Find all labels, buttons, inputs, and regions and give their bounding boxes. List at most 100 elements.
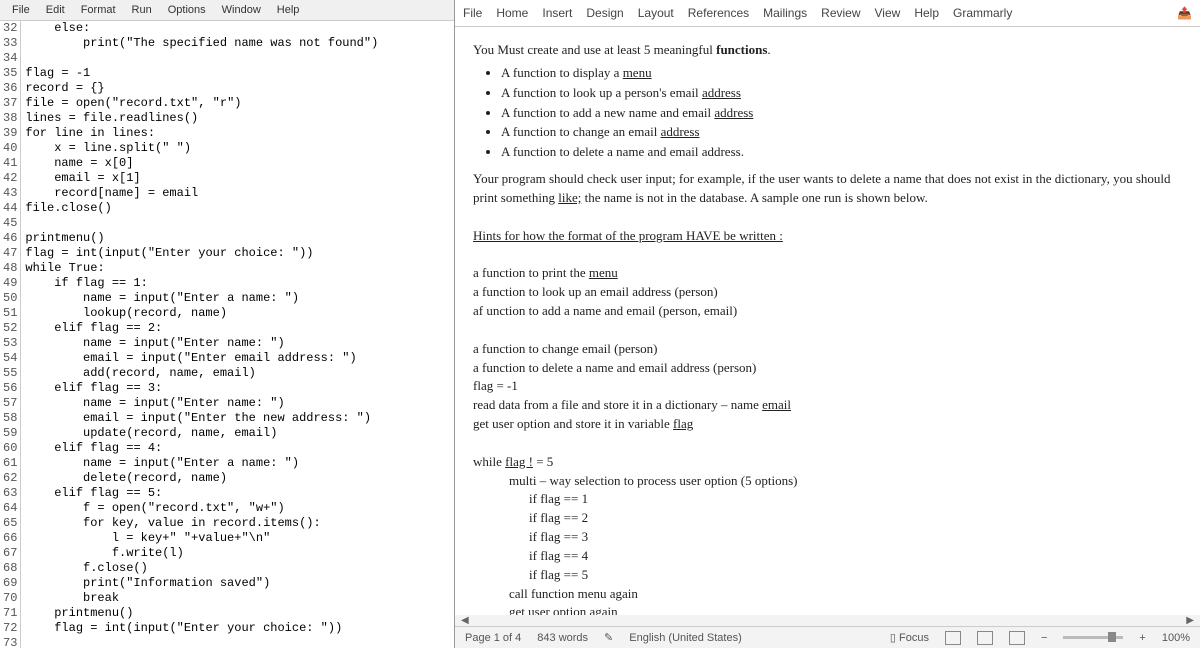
editor-menubar: FileEditFormatRunOptionsWindowHelp [0, 0, 454, 21]
code-line[interactable]: file = open("record.txt", "r") [25, 96, 450, 111]
text: if flag == 5 [529, 566, 1182, 585]
language-indicator[interactable]: English (United States) [629, 632, 742, 644]
text: call function menu again [509, 585, 1182, 604]
code-line[interactable]: for key, value in record.items(): [25, 516, 450, 531]
word-status-bar: Page 1 of 4 843 words ✎ English (United … [455, 626, 1200, 648]
ribbon-tab-file[interactable]: File [463, 6, 482, 20]
ribbon-tab-view[interactable]: View [875, 6, 901, 20]
text: functions [716, 42, 767, 57]
code-line[interactable] [25, 636, 450, 648]
ribbon-tab-review[interactable]: Review [821, 6, 860, 20]
editor-menu-window[interactable]: Window [214, 2, 269, 18]
text: again [590, 604, 618, 615]
code-line[interactable]: break [25, 591, 450, 606]
share-icon[interactable]: 📤 [1177, 6, 1192, 20]
focus-mode[interactable]: ▯ Focus [890, 631, 929, 644]
text: if flag == 3 [529, 528, 1182, 547]
code-area[interactable]: 3233343536373839404142434445464748495051… [0, 21, 454, 648]
spellcheck-icon[interactable]: ✎ [604, 631, 613, 644]
text: read data from a file and store it in a … [473, 397, 762, 412]
text: while [473, 454, 505, 469]
code-line[interactable]: record = {} [25, 81, 450, 96]
code-line[interactable]: flag = -1 [25, 66, 450, 81]
ribbon-tab-home[interactable]: Home [496, 6, 528, 20]
view-icon[interactable] [977, 631, 993, 645]
page-indicator[interactable]: Page 1 of 4 [465, 632, 521, 644]
editor-menu-format[interactable]: Format [73, 2, 124, 18]
code-line[interactable]: add(record, name, email) [25, 366, 450, 381]
code-line[interactable]: lines = file.readlines() [25, 111, 450, 126]
zoom-in[interactable]: + [1139, 632, 1145, 644]
code-line[interactable]: record[name] = email [25, 186, 450, 201]
text: af unction to add a name and email (pers… [473, 302, 1182, 321]
list-item: A function to delete a name and email ad… [501, 143, 1182, 162]
editor-menu-help[interactable]: Help [269, 2, 308, 18]
code-line[interactable]: f.write(l) [25, 546, 450, 561]
text: multi – way selection to process user op… [509, 472, 1182, 491]
text-block: if flag == 1if flag == 2if flag == 3if f… [473, 490, 1182, 584]
code-line[interactable]: email = x[1] [25, 171, 450, 186]
code-line[interactable]: flag = int(input("Enter your choice: ")) [25, 246, 450, 261]
ribbon-tab-design[interactable]: Design [586, 6, 623, 20]
code-line[interactable]: for line in lines: [25, 126, 450, 141]
code-line[interactable]: elif flag == 2: [25, 321, 450, 336]
ribbon-tab-insert[interactable]: Insert [542, 6, 572, 20]
code-line[interactable]: x = line.split(" ") [25, 141, 450, 156]
code-line[interactable]: email = input("Enter the new address: ") [25, 411, 450, 426]
code-line[interactable]: file.close() [25, 201, 450, 216]
text: like; [558, 190, 581, 205]
code-line[interactable]: name = input("Enter name: ") [25, 336, 450, 351]
code-line[interactable]: name = x[0] [25, 156, 450, 171]
ribbon-tab-help[interactable]: Help [914, 6, 939, 20]
list-item: A function to look up a person's email a… [501, 84, 1182, 103]
document-area[interactable]: You Must create and use at least 5 meani… [455, 27, 1200, 615]
code-line[interactable]: printmenu() [25, 231, 450, 246]
text: flag [673, 416, 693, 431]
zoom-level[interactable]: 100% [1162, 632, 1190, 644]
code-line[interactable]: print("The specified name was not found"… [25, 36, 450, 51]
code-line[interactable]: name = input("Enter a name: ") [25, 291, 450, 306]
zoom-slider[interactable] [1063, 636, 1123, 639]
code-line[interactable]: name = input("Enter name: ") [25, 396, 450, 411]
code-line[interactable]: name = input("Enter a name: ") [25, 456, 450, 471]
text-block: a function to print the menua function t… [473, 264, 1182, 321]
zoom-out[interactable]: − [1041, 632, 1047, 644]
code-line[interactable]: while True: [25, 261, 450, 276]
editor-menu-file[interactable]: File [4, 2, 38, 18]
code-line[interactable]: email = input("Enter email address: ") [25, 351, 450, 366]
code-line[interactable]: lookup(record, name) [25, 306, 450, 321]
code-line[interactable]: flag = int(input("Enter your choice: ")) [25, 621, 450, 636]
horizontal-scroll[interactable]: ◀▶ [455, 615, 1200, 626]
text: a function to change email (person) [473, 340, 1182, 359]
view-icon[interactable] [945, 631, 961, 645]
code-line[interactable]: elif flag == 4: [25, 441, 450, 456]
view-icon[interactable] [1009, 631, 1025, 645]
code-line[interactable]: delete(record, name) [25, 471, 450, 486]
ribbon-tab-references[interactable]: References [688, 6, 749, 20]
code-line[interactable]: elif flag == 3: [25, 381, 450, 396]
code-line[interactable] [25, 216, 450, 231]
ribbon-tab-mailings[interactable]: Mailings [763, 6, 807, 20]
code-line[interactable]: printmenu() [25, 606, 450, 621]
code-line[interactable]: else: [25, 21, 450, 36]
code-line[interactable]: f.close() [25, 561, 450, 576]
ribbon-tab-layout[interactable]: Layout [638, 6, 674, 20]
text: You Must create and use at least 5 meani… [473, 42, 716, 57]
code-line[interactable]: l = key+" "+value+"\n" [25, 531, 450, 546]
editor-menu-options[interactable]: Options [160, 2, 214, 18]
code-line[interactable]: elif flag == 5: [25, 486, 450, 501]
ribbon-tab-grammarly[interactable]: Grammarly [953, 6, 1012, 20]
word-count[interactable]: 843 words [537, 632, 588, 644]
editor-menu-run[interactable]: Run [124, 2, 160, 18]
code-line[interactable]: f = open("record.txt", "w+") [25, 501, 450, 516]
code-line[interactable] [25, 51, 450, 66]
code-line[interactable]: update(record, name, email) [25, 426, 450, 441]
hints-heading: Hints for how the format of the program … [473, 227, 1182, 246]
editor-menu-edit[interactable]: Edit [38, 2, 73, 18]
word-panel: File Home Insert Design Layout References Mail… [455, 0, 1200, 648]
text: the name is not in the database. A sampl… [581, 190, 927, 205]
code-content[interactable]: else: print("The specified name was not … [21, 21, 454, 648]
text: if flag == 1 [529, 490, 1182, 509]
code-line[interactable]: print("Information saved") [25, 576, 450, 591]
code-line[interactable]: if flag == 1: [25, 276, 450, 291]
